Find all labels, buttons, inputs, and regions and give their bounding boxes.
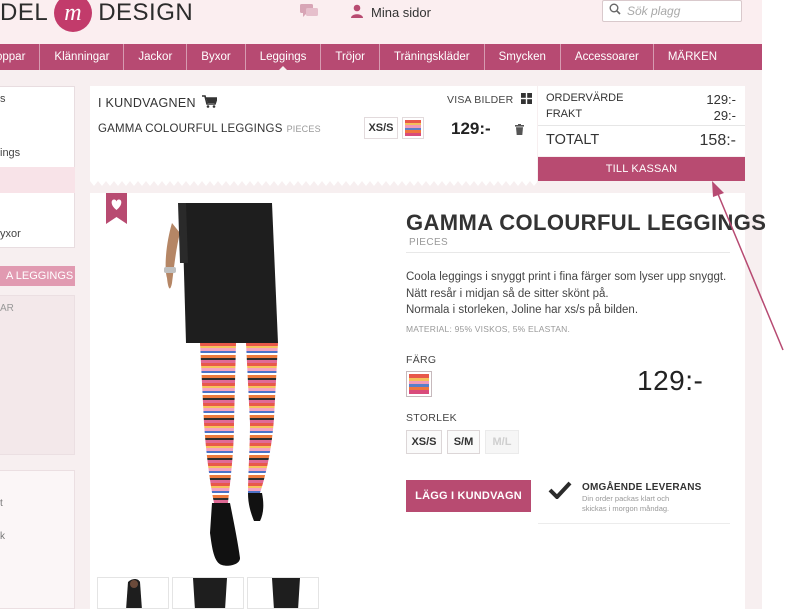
order-value-row: ORDERVÄRDE 129:- xyxy=(546,92,736,107)
logo-text-left: DEL xyxy=(0,0,49,26)
description-line: Coola leggings i snyggt print i fina fär… xyxy=(406,271,727,283)
search-input[interactable] xyxy=(627,4,737,18)
order-value: 129:- xyxy=(706,92,736,107)
cart-icon xyxy=(201,95,218,111)
nav-item-traningsklader[interactable]: Träningskläder xyxy=(380,44,485,70)
user-icon xyxy=(350,4,364,21)
logo-mark: m xyxy=(54,0,93,32)
nav-item-byxor[interactable]: Byxor xyxy=(187,44,246,70)
nav-item-trojor[interactable]: Tröjor xyxy=(321,44,380,70)
sidebar-item-active[interactable] xyxy=(0,167,75,193)
sidebar-filter-box xyxy=(0,295,75,455)
sidebar-filter-label: AR xyxy=(0,303,14,314)
show-images-label: VISA BILDER xyxy=(447,94,514,106)
product-description: Coola leggings i snyggt print i fina fär… xyxy=(406,269,726,319)
total-row: TOTALT 158:- xyxy=(546,132,736,150)
sidebar-filter-tag[interactable]: A LEGGINGS xyxy=(0,266,75,286)
show-images-toggle[interactable]: VISA BILDER xyxy=(447,93,533,107)
cart-item-brand: PIECES xyxy=(286,124,321,134)
nav-item-klanningar[interactable]: Klänningar xyxy=(40,44,125,70)
cart-item-name[interactable]: GAMMA COLOURFUL LEGGINGS PIECES xyxy=(98,123,321,135)
product-thumbnail[interactable] xyxy=(172,577,244,609)
add-to-cart-button[interactable]: LÄGG I KUNDVAGN xyxy=(406,480,531,512)
cart-title-text: I KUNDVAGNEN xyxy=(98,96,196,110)
shipping-value: 29:- xyxy=(713,108,736,123)
title-divider xyxy=(406,252,730,253)
site-header: DEL m DESIGN Mina sidor xyxy=(0,0,762,44)
delivery-note-line: Din order packas klart och xyxy=(582,494,670,503)
sidebar-item[interactable]: s xyxy=(0,93,6,105)
cart-item-size: XS/S xyxy=(364,117,398,139)
sidebar-item[interactable]: ings xyxy=(0,147,20,159)
description-line: Nätt resår i midjan så de sitter skönt p… xyxy=(406,287,609,300)
account-label: Mina sidor xyxy=(371,5,431,20)
total-value: 158:- xyxy=(699,132,736,149)
delivery-divider xyxy=(538,523,730,524)
cart-panel: I KUNDVAGNEN VISA BILDER GAMMA COLOURFUL… xyxy=(90,86,537,181)
sidebar-panel xyxy=(0,470,75,609)
product-thumbnail[interactable] xyxy=(247,577,319,609)
nav-item-leggings[interactable]: Leggings xyxy=(246,44,322,70)
cart-item-title: GAMMA COLOURFUL LEGGINGS xyxy=(98,123,283,135)
shipping-label: FRAKT xyxy=(546,108,583,120)
search-box[interactable] xyxy=(602,0,742,22)
order-summary: ORDERVÄRDE 129:- FRAKT 29:- TOTALT 158:- xyxy=(538,86,745,156)
size-label: STORLEK xyxy=(406,412,457,424)
size-option-xs-s[interactable]: XS/S xyxy=(406,430,442,454)
color-label: FÄRG xyxy=(406,354,437,366)
total-label: TOTALT xyxy=(546,132,600,148)
main-navigation: oppar Klänningar Jackor Byxor Leggings T… xyxy=(0,44,762,70)
delivery-title: OMGÅENDE LEVERANS xyxy=(582,482,702,493)
checkmark-icon xyxy=(548,481,572,504)
summary-divider xyxy=(538,125,745,126)
order-value-label: ORDERVÄRDE xyxy=(546,92,624,104)
product-brand[interactable]: PIECES xyxy=(409,237,448,248)
delivery-note: Din order packas klart och skickas i mor… xyxy=(582,494,669,514)
nav-item-toppar[interactable]: oppar xyxy=(0,44,41,70)
account-link[interactable]: Mina sidor xyxy=(350,4,431,21)
product-thumbnail[interactable] xyxy=(97,577,169,609)
delivery-note-line: skickas i morgon måndag. xyxy=(582,504,670,513)
grid-icon xyxy=(521,93,533,107)
checkout-button[interactable]: TILL KASSAN xyxy=(538,157,745,181)
size-option-m-l: M/L xyxy=(485,430,519,454)
site-logo[interactable]: DEL m DESIGN xyxy=(0,0,194,32)
search-icon[interactable] xyxy=(609,2,621,20)
product-main-image[interactable] xyxy=(150,203,360,570)
nav-item-jackor[interactable]: Jackor xyxy=(124,44,188,70)
heart-bookmark-icon[interactable] xyxy=(106,193,127,224)
cart-item-color-swatch xyxy=(402,117,424,139)
trash-icon[interactable] xyxy=(515,122,524,140)
product-card: GAMMA COLOURFUL LEGGINGS PIECES Coola le… xyxy=(90,193,766,609)
sidebar-text: k xyxy=(0,531,5,542)
sidebar-item[interactable]: yxor xyxy=(0,228,21,240)
product-title: GAMMA COLOURFUL LEGGINGS xyxy=(406,210,767,235)
nav-item-smycken[interactable]: Smycken xyxy=(485,44,561,70)
product-price: 129:- xyxy=(637,365,704,396)
shipping-row: FRAKT 29:- xyxy=(546,108,736,123)
sidebar-text: t xyxy=(0,498,3,509)
product-material: MATERIAL: 95% VISKOS, 5% ELASTAN. xyxy=(406,324,571,334)
cart-zigzag-edge xyxy=(90,181,537,186)
size-option-s-m[interactable]: S/M xyxy=(447,430,480,454)
cart-title: I KUNDVAGNEN xyxy=(98,95,218,111)
logo-text-right: DESIGN xyxy=(98,0,194,26)
window-margin xyxy=(762,0,800,609)
description-line: Normala i storleken, Joline har xs/s på … xyxy=(406,304,639,316)
chat-icon[interactable] xyxy=(300,4,318,24)
nav-item-accessoarer[interactable]: Accessoarer xyxy=(561,44,654,70)
nav-item-marken[interactable]: MÄRKEN xyxy=(654,44,731,70)
color-swatch[interactable] xyxy=(406,371,432,397)
cart-item-price: 129:- xyxy=(451,119,491,138)
